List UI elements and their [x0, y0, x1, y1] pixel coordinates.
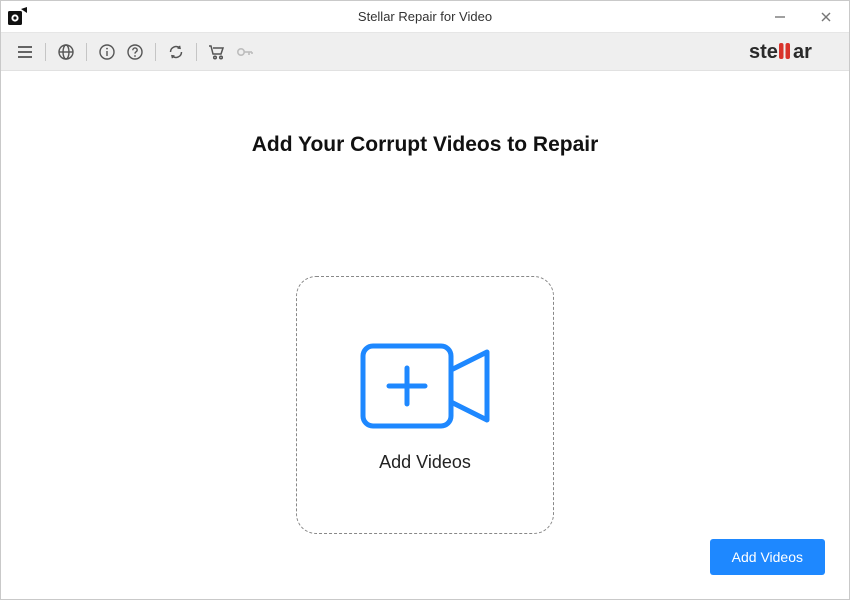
svg-text:ste: ste	[749, 41, 778, 63]
minimize-button[interactable]	[757, 1, 803, 33]
divider	[45, 43, 46, 61]
divider	[196, 43, 197, 61]
divider	[155, 43, 156, 61]
brand-logo: ste ar	[749, 39, 839, 65]
buy-button[interactable]	[203, 38, 231, 66]
divider	[86, 43, 87, 61]
menu-button[interactable]	[11, 38, 39, 66]
about-button[interactable]	[93, 38, 121, 66]
app-icon	[1, 1, 33, 33]
globe-icon	[57, 43, 75, 61]
hamburger-icon	[16, 43, 34, 61]
page-title: Add Your Corrupt Videos to Repair	[1, 133, 849, 157]
add-videos-dropzone[interactable]: Add Videos	[296, 276, 554, 534]
window-title: Stellar Repair for Video	[1, 9, 849, 24]
titlebar: Stellar Repair for Video	[1, 1, 849, 33]
refresh-icon	[167, 43, 185, 61]
close-button[interactable]	[803, 1, 849, 33]
help-icon	[126, 43, 144, 61]
add-videos-button[interactable]: Add Videos	[710, 539, 825, 575]
main-content: Add Your Corrupt Videos to Repair Add Vi…	[1, 71, 849, 599]
window-controls	[757, 1, 849, 33]
key-icon	[235, 43, 255, 61]
cart-icon	[207, 43, 227, 61]
help-button[interactable]	[121, 38, 149, 66]
update-button[interactable]	[162, 38, 190, 66]
dropzone-label: Add Videos	[379, 452, 471, 473]
video-camera-plus-icon	[355, 338, 495, 434]
toolbar: ste ar	[1, 33, 849, 71]
app-window: Stellar Repair for Video	[0, 0, 850, 600]
language-button[interactable]	[52, 38, 80, 66]
svg-text:ar: ar	[793, 41, 812, 63]
activate-button[interactable]	[231, 38, 259, 66]
info-icon	[98, 43, 116, 61]
